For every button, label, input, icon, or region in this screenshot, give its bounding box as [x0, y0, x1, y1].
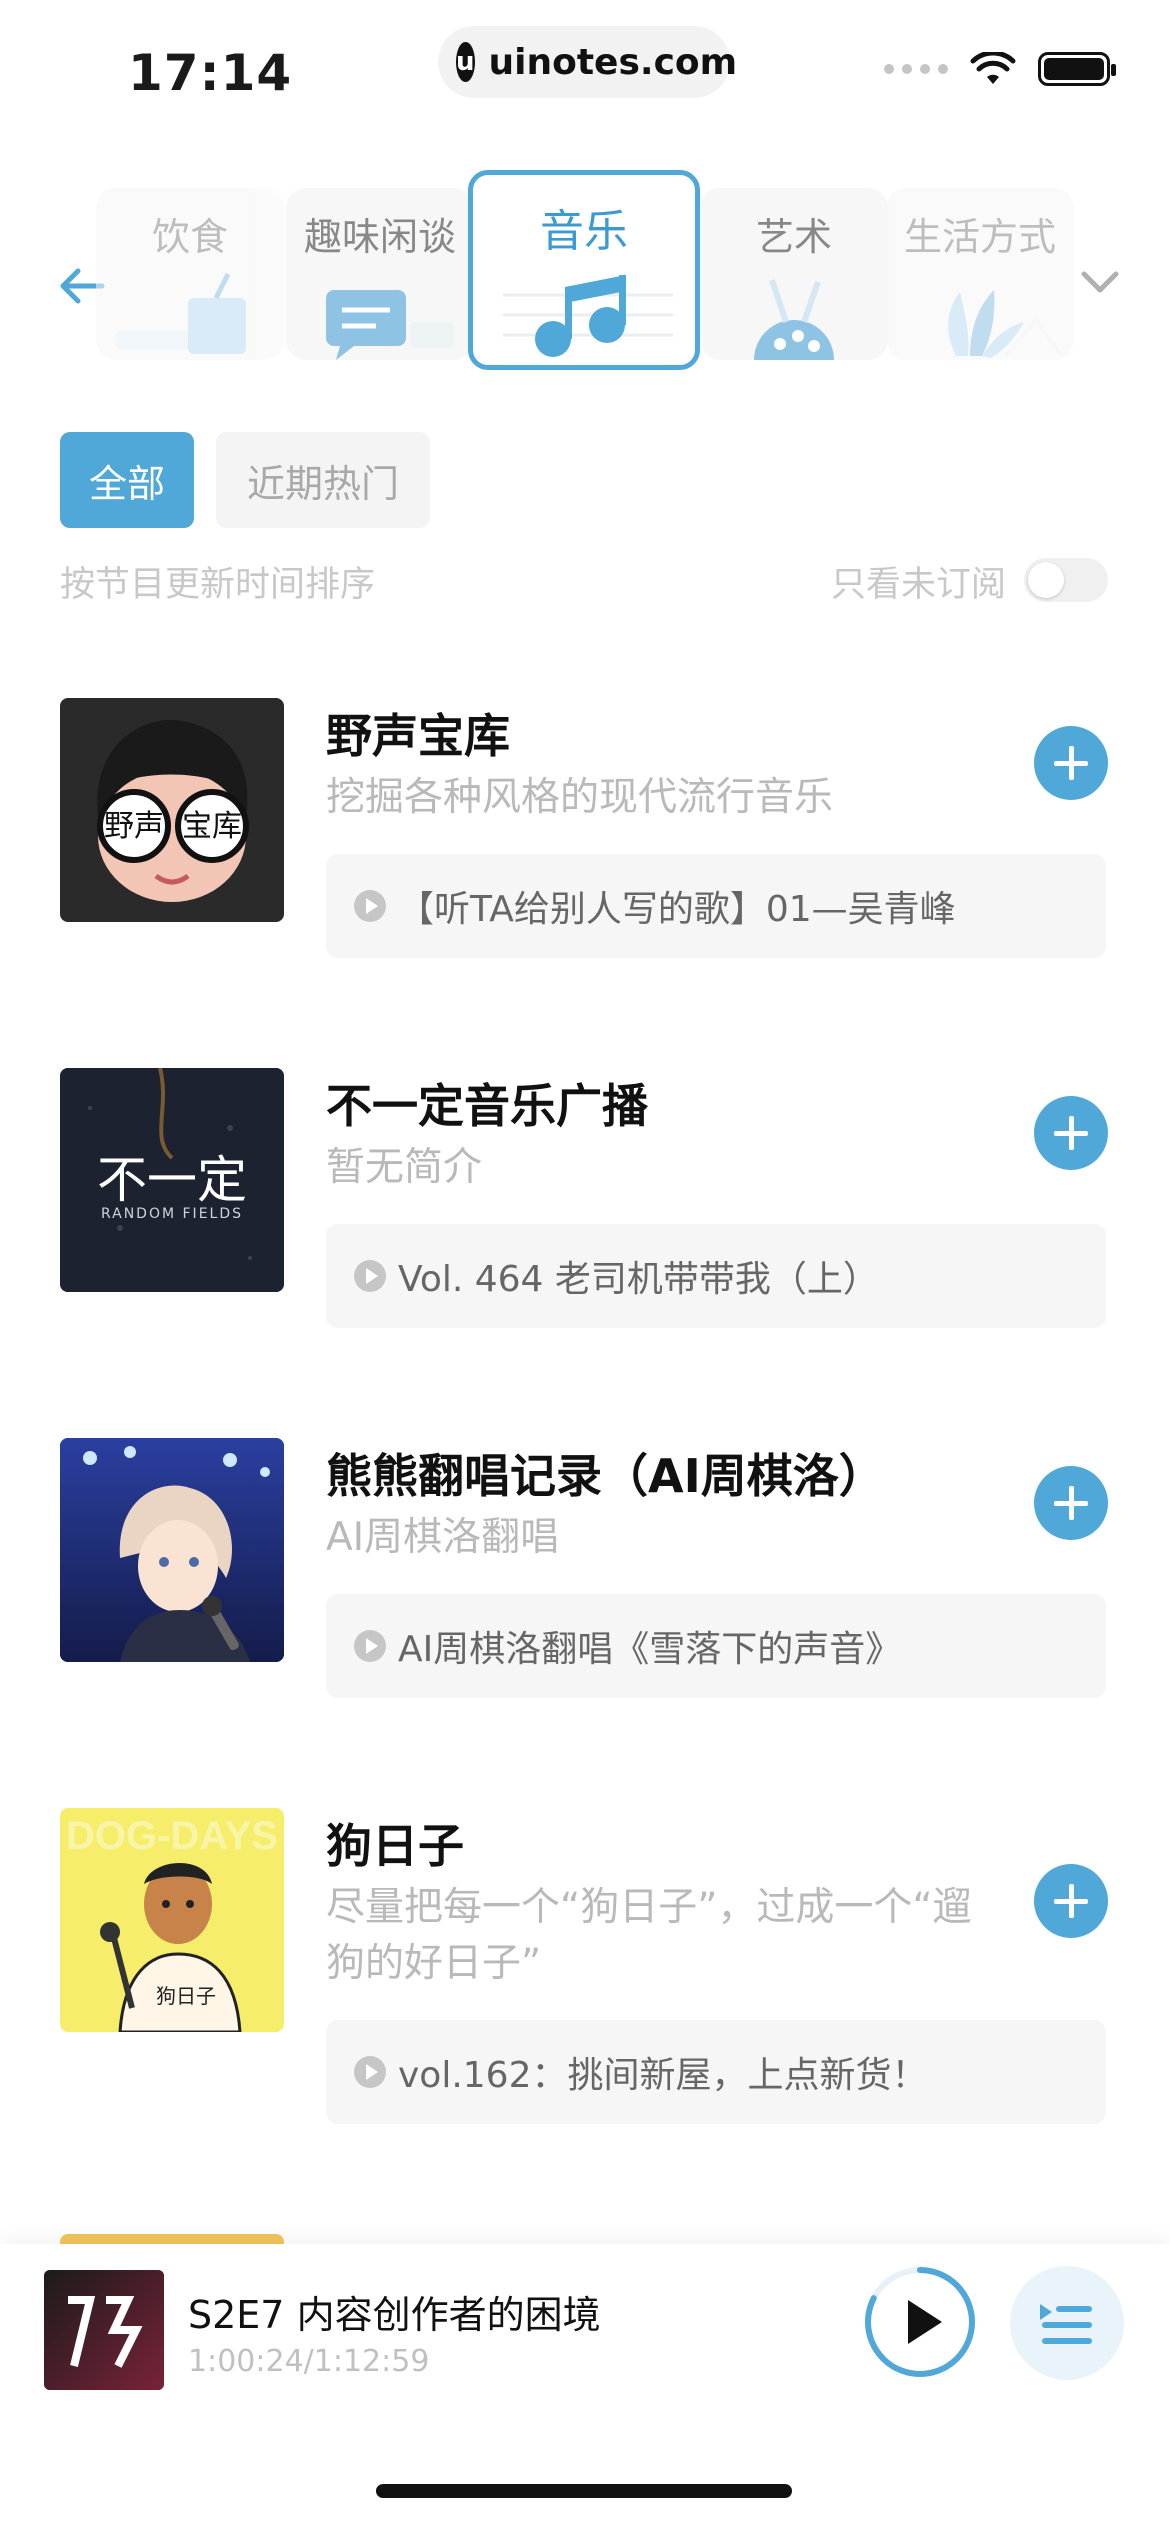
wifi-icon — [970, 52, 1016, 84]
podcast-item[interactable]: 熊熊翻唱记录（AI周棋洛） AI周棋洛翻唱 AI周棋洛翻唱《雪落下的声音》 — [0, 1438, 1170, 1698]
cover-title: 不一定 — [97, 1151, 247, 1209]
status-time: 17:14 — [128, 44, 293, 102]
latest-episode[interactable]: AI周棋洛翻唱《雪落下的声音》 — [326, 1594, 1106, 1698]
podcast-description: AI周棋洛翻唱 — [326, 1515, 560, 1560]
plant-icon — [948, 290, 1064, 358]
podcast-title: 不一定音乐广播 — [326, 1079, 648, 1133]
playlist-button[interactable] — [1010, 2266, 1124, 2380]
cover-subtitle: RANDOM FIELDS — [100, 1206, 244, 1222]
tab-chat[interactable]: 趣味闲谈 — [286, 188, 474, 360]
play-button[interactable] — [862, 2264, 978, 2380]
play-triangle-icon — [908, 2300, 942, 2344]
category-tabs: 饮食 趣味闲谈 音乐 艺术 生活方式 — [0, 160, 1170, 380]
subscribe-button[interactable] — [1034, 1466, 1108, 1540]
home-indicator — [376, 2484, 792, 2498]
now-playing-cover — [44, 2270, 164, 2390]
latest-episode-title: Vol. 464 老司机带带我（上） — [398, 1259, 879, 1300]
podcast-title: 熊熊翻唱记录（AI周棋洛） — [326, 1449, 885, 1503]
podcast-cover: DOG-DAYS 狗日子 — [60, 1808, 284, 2032]
cellular-signal-icon — [884, 64, 948, 74]
podcast-title: 野声宝库 — [326, 709, 510, 763]
cover-illustration: 野声 宝库 — [97, 719, 249, 902]
latest-episode[interactable]: vol.162：挑间新屋，上点新货！ — [326, 2020, 1106, 2124]
filter-all-button[interactable]: 全部 — [60, 432, 194, 528]
playlist-icon — [1040, 2304, 1092, 2344]
latest-episode[interactable]: 【听TA给别人写的歌】01—吴青峰 — [326, 854, 1106, 958]
cover-illustration — [60, 1438, 284, 1662]
subscribe-button[interactable] — [1034, 1864, 1108, 1938]
tab-lifestyle-label: 生活方式 — [903, 215, 1056, 259]
latest-episode-title: vol.162：挑间新屋，上点新货！ — [398, 2055, 928, 2096]
play-icon — [354, 1630, 386, 1662]
tab-art-label: 艺术 — [755, 215, 832, 259]
cover-shirt-text: 狗日子 — [156, 1984, 216, 2008]
tab-food-label: 饮食 — [151, 215, 228, 259]
latest-episode[interactable]: Vol. 464 老司机带带我（上） — [326, 1224, 1106, 1328]
cover-text-right: 宝库 — [182, 809, 242, 844]
battery-icon — [1038, 52, 1116, 86]
podcast-item[interactable]: 野声 宝库 野声宝库 挖掘各种风格的现代流行音乐 【听TA给别人写的歌】01—吴… — [0, 698, 1170, 958]
now-playing-title: S2E7 内容创作者的困境 — [188, 2293, 601, 2337]
unsubscribed-only-label: 只看未订阅 — [830, 565, 1006, 605]
tab-lifestyle[interactable]: 生活方式 — [886, 188, 1074, 360]
cover-illustration — [44, 2270, 164, 2390]
music-note-icon — [503, 275, 673, 357]
tab-art[interactable]: 艺术 — [700, 188, 888, 360]
tab-music[interactable]: 音乐 — [468, 170, 700, 370]
podcast-item[interactable]: 不一定 RANDOM FIELDS 不一定音乐广播 暂无简介 Vol. 464 … — [0, 1068, 1170, 1328]
site-logo-icon: u — [456, 42, 475, 82]
url-pill[interactable]: u uinotes.com — [438, 26, 737, 98]
play-icon — [354, 1260, 386, 1292]
sort-by-update-label: 按节目更新时间排序 — [60, 565, 376, 605]
podcast-cover: 野声 宝库 — [60, 698, 284, 922]
podcast-description: 暂无简介 — [326, 1145, 483, 1190]
cover-text-left: 野声 — [104, 809, 164, 844]
filter-hot-button[interactable]: 近期热门 — [216, 432, 430, 528]
latest-episode-title: AI周棋洛翻唱《雪落下的声音》 — [398, 1629, 902, 1670]
podcast-cover: 不一定 RANDOM FIELDS — [60, 1068, 284, 1292]
latest-episode-title: 【听TA给别人写的歌】01—吴青峰 — [398, 889, 956, 930]
play-icon — [354, 2056, 386, 2088]
podcast-description: 挖掘各种风格的现代流行音乐 — [326, 775, 834, 820]
podcast-title: 狗日子 — [326, 1819, 464, 1873]
food-icon — [116, 272, 246, 354]
tab-chat-label: 趣味闲谈 — [303, 215, 456, 259]
now-playing-time: 1:00:24/1:12:59 — [188, 2344, 430, 2379]
url-text: uinotes.com — [488, 41, 738, 83]
podcast-description: 尽量把每一个“狗日子”，过成一个“遛狗的好日子” — [326, 1885, 972, 1986]
podcast-item[interactable]: DOG-DAYS 狗日子 狗日子 尽量把每一个“狗日子”，过成一个“遛狗的好日子… — [0, 1808, 1170, 2128]
tab-food[interactable]: 饮食 — [96, 188, 284, 360]
unsubscribed-only-toggle[interactable] — [1024, 558, 1108, 602]
podcast-cover — [60, 1438, 284, 1662]
subscribe-button[interactable] — [1034, 726, 1108, 800]
chevron-down-icon[interactable] — [1070, 252, 1130, 312]
play-icon — [354, 890, 386, 922]
palette-icon — [754, 279, 834, 360]
subscribe-button[interactable] — [1034, 1096, 1108, 1170]
chat-bubble-icon — [326, 290, 454, 360]
tab-music-label: 音乐 — [540, 206, 628, 257]
status-bar: 17:14 u uinotes.com — [0, 0, 1170, 130]
